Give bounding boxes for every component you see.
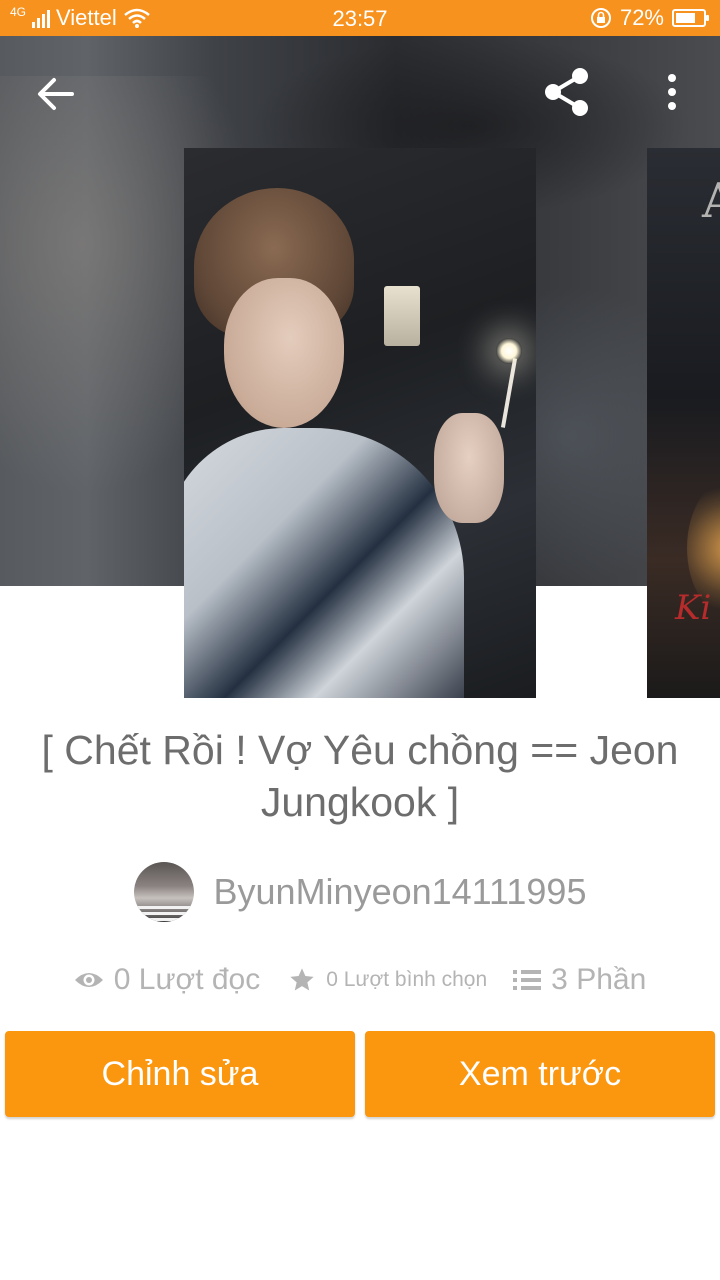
- status-bar: 4G Viettel 23:57 72%: [0, 0, 720, 36]
- preview-button[interactable]: Xem trước: [365, 1031, 715, 1117]
- list-icon: [513, 970, 542, 990]
- more-options-button[interactable]: [650, 66, 694, 122]
- votes-stat: 0 Lượt bình chọn: [288, 966, 487, 994]
- author-name[interactable]: ByunMinyeon14111995: [214, 871, 587, 913]
- back-button[interactable]: [28, 66, 84, 122]
- next-story-cover[interactable]: A Ki: [647, 148, 720, 698]
- parts-count: 3 Phần: [551, 963, 647, 996]
- votes-count: 0 Lượt bình chọn: [326, 968, 488, 991]
- author-row[interactable]: ByunMinyeon14111995: [0, 860, 720, 924]
- more-vertical-icon: [668, 74, 676, 110]
- parts-stat: 3 Phần: [513, 963, 646, 997]
- eye-icon: [74, 973, 103, 987]
- star-icon: [290, 968, 314, 991]
- status-right: 72%: [590, 5, 709, 31]
- battery-percent: 72%: [619, 5, 664, 30]
- story-title: [ Chết Rồi ! Vợ Yêu chồng == Jeon Jungko…: [41, 727, 679, 825]
- story-stats: 0 Lượt đọc 0 Lượt bình chọn 3 Phần: [0, 952, 720, 1008]
- rotation-lock-icon: [590, 8, 611, 28]
- reads-stat: 0 Lượt đọc: [74, 963, 261, 997]
- story-cover-image[interactable]: [184, 148, 536, 698]
- battery-icon: [672, 9, 709, 27]
- avatar[interactable]: [133, 862, 194, 922]
- arrow-left-icon: [38, 78, 74, 110]
- story-detail-screen: 4G Viettel 23:57 72% A Ki [Chết Rồi ! V…: [0, 0, 720, 1280]
- share-button[interactable]: [538, 62, 598, 122]
- reads-count: 0 Lượt đọc: [113, 963, 261, 996]
- share-icon: [545, 68, 588, 116]
- edit-button[interactable]: Chỉnh sửa: [5, 1031, 355, 1117]
